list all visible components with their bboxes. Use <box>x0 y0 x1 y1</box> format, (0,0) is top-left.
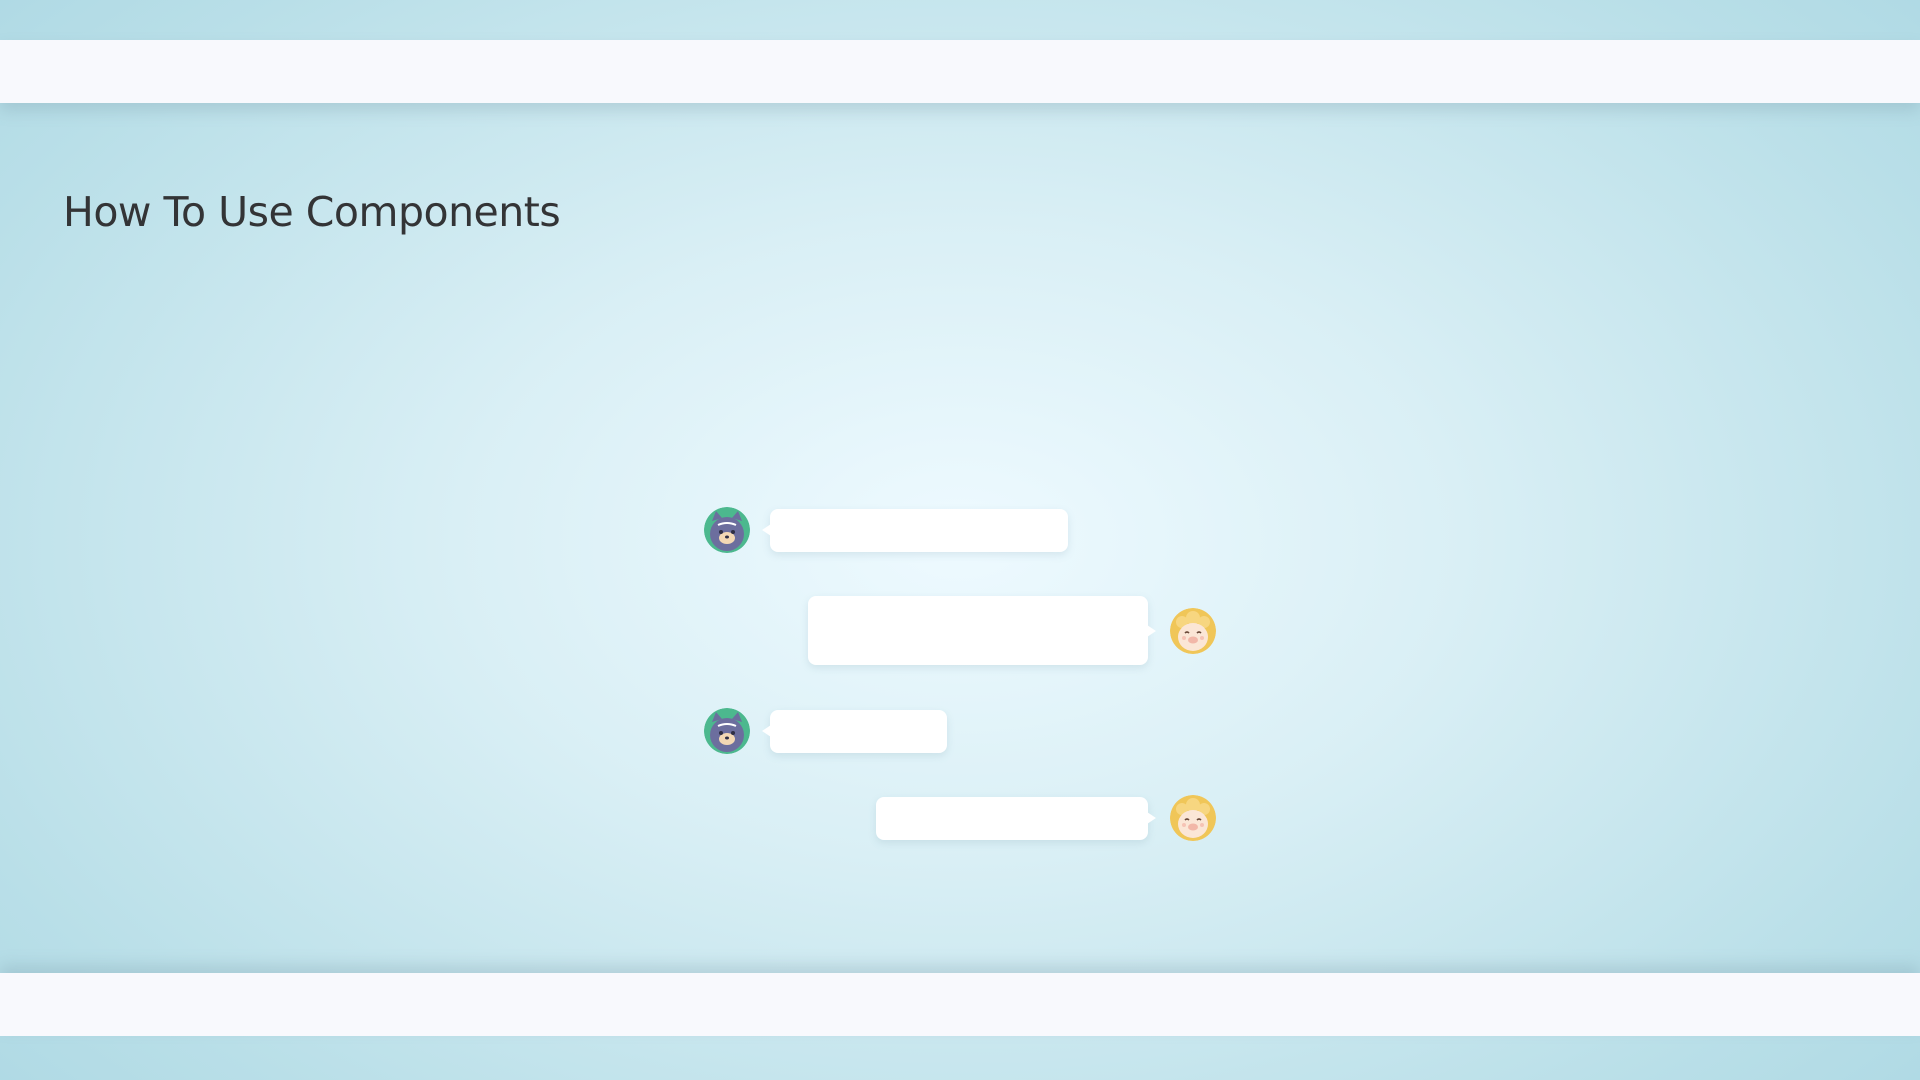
chat-bubble <box>808 596 1156 665</box>
chat-message-right <box>876 795 1216 841</box>
cat-avatar-icon <box>704 507 750 553</box>
chat-message-left <box>704 507 1068 553</box>
cat-avatar-icon <box>704 708 750 754</box>
page-title: How To Use Components <box>63 188 561 236</box>
chat-bubble <box>876 796 1156 840</box>
chat-message-right <box>808 596 1216 665</box>
chat-message-left <box>704 708 947 754</box>
top-band <box>0 40 1920 103</box>
chat-demo <box>700 500 1220 850</box>
chat-bubble <box>762 709 947 753</box>
sheep-avatar-icon <box>1170 795 1216 841</box>
bottom-band <box>0 973 1920 1036</box>
sheep-avatar-icon <box>1170 607 1216 654</box>
chat-bubble <box>762 508 1068 552</box>
